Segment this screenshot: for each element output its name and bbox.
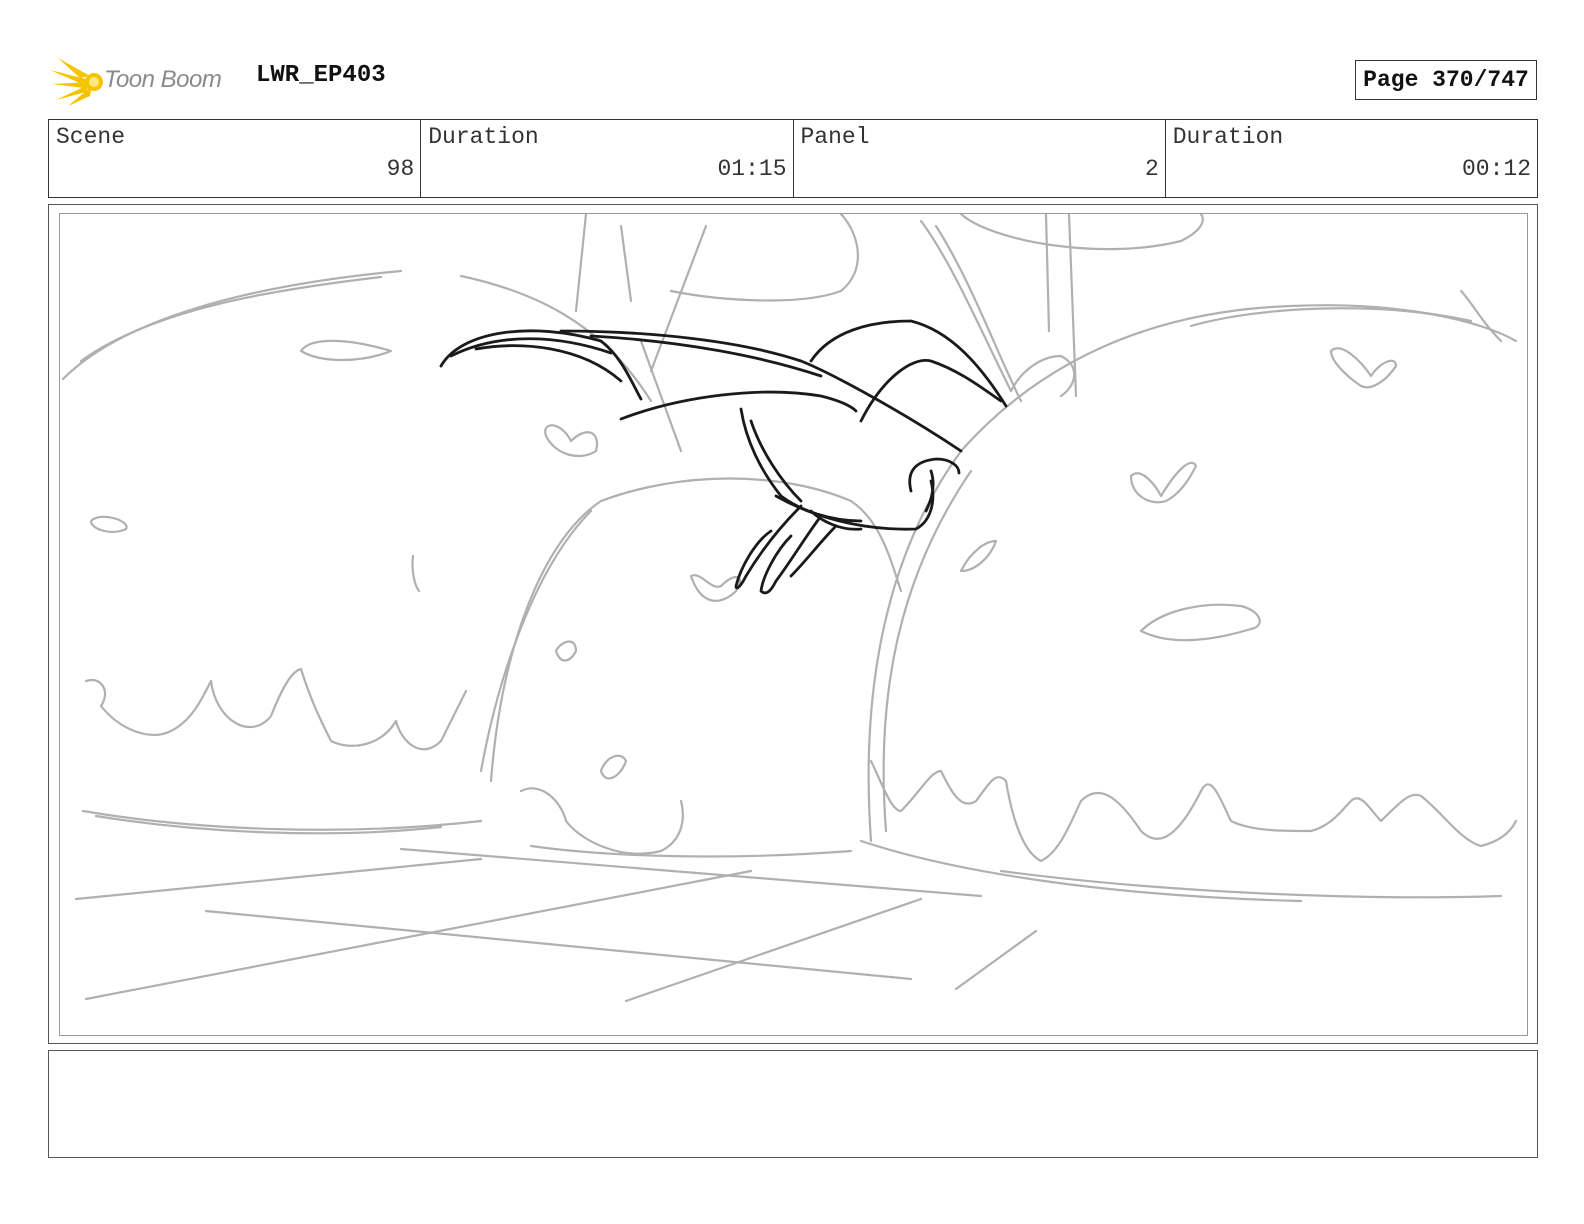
scene-duration-label: Duration bbox=[428, 124, 539, 150]
panel-notes-area bbox=[48, 1050, 1538, 1158]
project-title: LWR_EP403 bbox=[256, 62, 386, 89]
toon-boom-logo: Toon Boom bbox=[50, 54, 240, 108]
middle-bush-outline bbox=[489, 477, 903, 783]
logo-text: Toon Boom bbox=[104, 66, 222, 93]
page-number: Page 370/747 bbox=[1355, 60, 1537, 100]
scene-label: Scene bbox=[56, 124, 126, 150]
panel-duration-cell: Duration 00:12 bbox=[1166, 120, 1537, 197]
bird-sketch bbox=[439, 319, 1008, 595]
panel-duration-label: Duration bbox=[1172, 124, 1284, 150]
starburst-icon bbox=[50, 58, 103, 106]
panel-duration-value: 00:12 bbox=[1461, 156, 1531, 182]
left-bush-outline bbox=[61, 269, 403, 381]
panel-label: Panel bbox=[800, 124, 870, 150]
storyboard-panel-drawing bbox=[59, 213, 1528, 1036]
panel-value: 2 bbox=[1144, 156, 1159, 182]
sketch-drawing bbox=[61, 214, 1518, 1003]
scene-cell: Scene 98 bbox=[49, 120, 422, 197]
scene-info-table: Scene 98 Duration 01:15 Panel 2 Duration… bbox=[48, 119, 1538, 198]
scene-value: 98 bbox=[386, 156, 415, 182]
right-bush-outline bbox=[867, 304, 1518, 843]
panel-cell: Panel 2 bbox=[794, 120, 1166, 197]
scene-duration-value: 01:15 bbox=[717, 156, 787, 182]
scene-duration-cell: Duration 01:15 bbox=[421, 120, 794, 197]
